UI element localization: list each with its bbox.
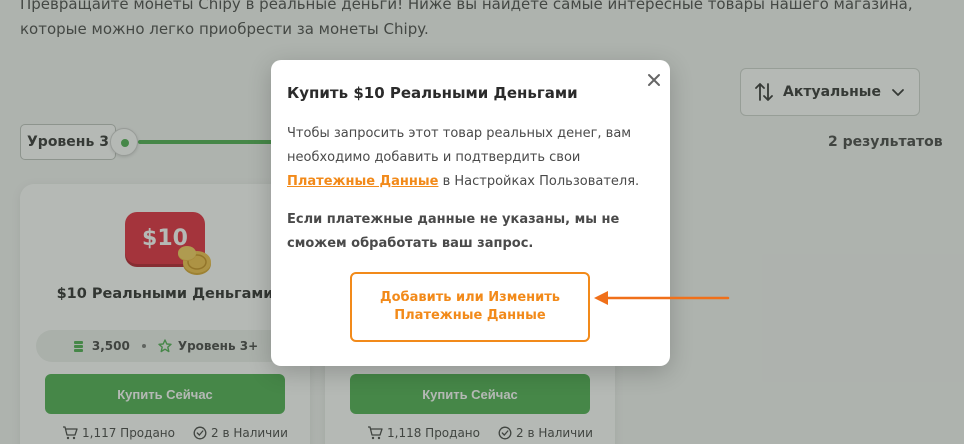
close-icon[interactable] xyxy=(646,72,662,88)
action-line-2: Платежные Данные xyxy=(394,308,546,323)
modal-warning: Если платежные данные не указаны, мы не … xyxy=(287,212,620,251)
modal-title: Купить $10 Реальными Деньгами xyxy=(287,84,578,102)
payment-details-link[interactable]: Платежные Данные xyxy=(287,174,438,189)
modal-description-text: Чтобы запросить этот товар реальных дене… xyxy=(287,126,632,165)
modal-description: Чтобы запросить этот товар реальных дене… xyxy=(287,122,659,194)
buy-modal: Купить $10 Реальными Деньгами Чтобы запр… xyxy=(271,60,670,366)
pointer-arrow-icon xyxy=(594,291,730,305)
action-line-1: Добавить или Изменить xyxy=(380,290,560,305)
modal-description-tail: в Настройках Пользователя. xyxy=(438,174,640,189)
edit-payment-details-button[interactable]: Добавить или Изменить Платежные Данные xyxy=(350,272,590,342)
